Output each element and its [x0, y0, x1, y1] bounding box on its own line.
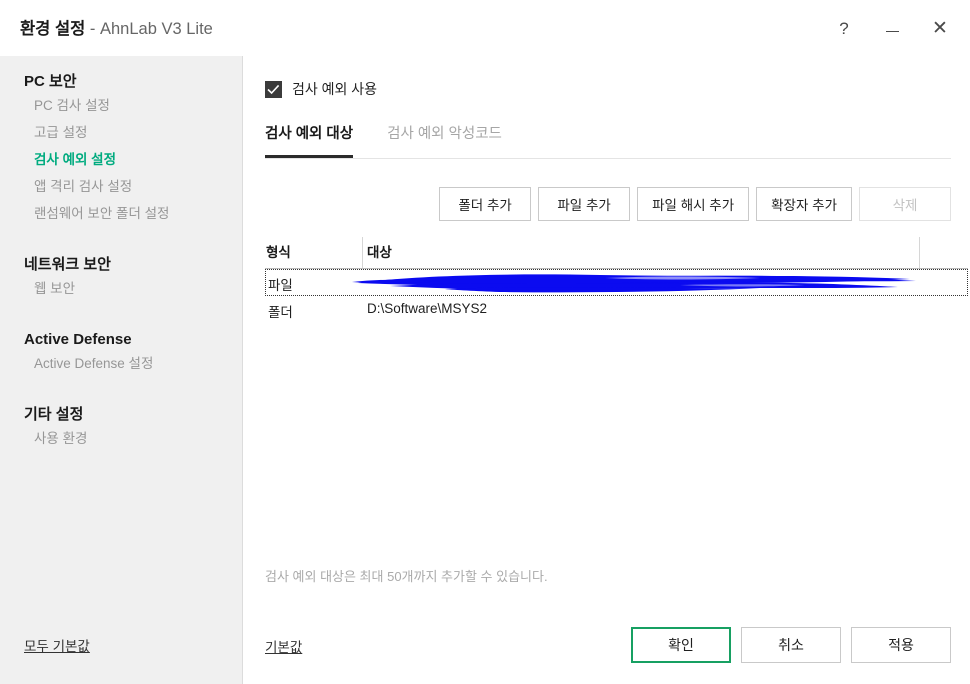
sidebar-group: PC 보안 PC 검사 설정 고급 설정 검사 예외 설정 앱 격리 검사 설정 랜섬웨어… — [0, 72, 242, 227]
sidebar-item-inactive[interactable]: PC 검사 설정 — [0, 92, 242, 119]
sidebar-item-inactive[interactable]: 앱 격리 검사 설정 — [0, 173, 242, 200]
close-icon: ✕ — [932, 17, 948, 39]
title-bar: 환경 설정 - AhnLab V3 Lite ? ✕ — [0, 0, 970, 56]
default-link[interactable]: 기본값 — [265, 636, 302, 656]
column-divider — [362, 237, 363, 268]
check-icon — [267, 84, 280, 94]
settings-window: 환경 설정 - AhnLab V3 Lite ? ✕ PC 보안 PC 검사 설정… — [0, 0, 970, 684]
table-row[interactable]: 파일 — [265, 269, 968, 296]
reset-all-link[interactable]: 모두 기본값 — [24, 635, 90, 655]
main-panel: 검사 예외 사용 검사 예외 대상 검사 예외 악성코드 폴더 추가 파일 추가 파일… — [244, 56, 970, 684]
action-button[interactable]: 폴더 추가 — [439, 187, 532, 221]
enable-exclusion-checkbox[interactable] — [265, 80, 282, 98]
minimize-button[interactable] — [870, 6, 914, 50]
column-divider-right — [919, 237, 920, 268]
sidebar-group-title: Active Defense — [24, 331, 132, 348]
sidebar-group: 네트워크 보안웹 보안 — [0, 255, 242, 302]
minimize-icon — [885, 31, 899, 32]
column-header-type: 형식 — [266, 245, 291, 260]
window-controls: ? ✕ — [822, 0, 970, 56]
action-button-bar: 폴더 추가 파일 추가 파일 해시 추가 확장자 추가 삭제 — [244, 187, 970, 221]
action-button[interactable]: 파일 해시 추가 — [637, 187, 750, 221]
window-title-separator: - — [85, 20, 100, 38]
sidebar-group-title: PC 보안 — [24, 73, 77, 90]
sidebar-nav: PC 보안 PC 검사 설정 고급 설정 검사 예외 설정 앱 격리 검사 설정 랜섬웨어… — [0, 72, 242, 452]
footer-button[interactable]: 적용 — [851, 627, 951, 663]
action-button[interactable]: 확장자 추가 — [756, 187, 852, 221]
sidebar-item-active[interactable]: 검사 예외 설정 — [0, 146, 242, 173]
footer-button-bar: 확인 취소 적용 — [621, 627, 951, 663]
redaction-scribble — [350, 270, 922, 295]
window-title-main: 환경 설정 — [20, 20, 86, 38]
cell-type: 파일 — [268, 278, 293, 293]
table-row[interactable]: 폴더 D:\Software\MSYS2 — [265, 296, 968, 323]
footer-divider — [244, 601, 970, 602]
footer-button[interactable]: 확인 — [631, 627, 731, 663]
sidebar-group-title: 기타 설정 — [24, 406, 84, 423]
footer-button[interactable]: 취소 — [741, 627, 841, 663]
tab[interactable]: 검사 예외 대상 — [265, 122, 354, 158]
column-header-target: 대상 — [367, 245, 392, 260]
sidebar-item-inactive[interactable]: 웹 보안 — [0, 275, 242, 302]
sidebar-item-inactive[interactable]: 랜섬웨어 보안 폴더 설정 — [0, 200, 242, 227]
question-mark-icon: ? — [839, 18, 849, 38]
action-button[interactable]: 파일 추가 — [538, 187, 631, 221]
enable-exclusion-checkbox-row[interactable]: 검사 예외 사용 — [265, 79, 377, 99]
cell-type: 폴더 — [268, 305, 293, 320]
close-button[interactable]: ✕ — [918, 6, 962, 50]
window-title: 환경 설정 - AhnLab V3 Lite — [20, 15, 213, 39]
sidebar-group-title: 네트워크 보안 — [24, 256, 111, 273]
tab-bar-divider — [265, 158, 951, 159]
table-header-row: 형식 대상 — [265, 237, 968, 269]
enable-exclusion-label: 검사 예외 사용 — [292, 81, 378, 97]
max-count-note: 검사 예외 대상은 최대 50개까지 추가할 수 있습니다. — [265, 569, 548, 584]
action-button: 삭제 — [859, 187, 951, 221]
table-body: 파일폴더 D:\Software\MSYS2 — [265, 269, 968, 323]
sidebar-item-inactive[interactable]: Active Defense 설정 — [0, 350, 242, 377]
tab-bar: 검사 예외 대상 검사 예외 악성코드 — [265, 122, 536, 158]
tab[interactable]: 검사 예외 악성코드 — [387, 122, 502, 158]
sidebar-item-inactive[interactable]: 사용 환경 — [0, 425, 242, 452]
cell-target: D:\Software\MSYS2 — [367, 301, 488, 316]
sidebar-group: Active Defense Active Defense 설정 — [0, 330, 242, 377]
sidebar-item-inactive[interactable]: 고급 설정 — [0, 119, 242, 146]
window-title-product: AhnLab V3 Lite — [99, 20, 213, 38]
sidebar: PC 보안 PC 검사 설정 고급 설정 검사 예외 설정 앱 격리 검사 설정 랜섬웨어… — [0, 56, 243, 684]
exclusion-table: 형식 대상 파일폴더 D:\Software\MSYS2 — [265, 237, 968, 557]
help-button[interactable]: ? — [822, 6, 866, 50]
sidebar-group: 기타 설정사용 환경 — [0, 405, 242, 452]
